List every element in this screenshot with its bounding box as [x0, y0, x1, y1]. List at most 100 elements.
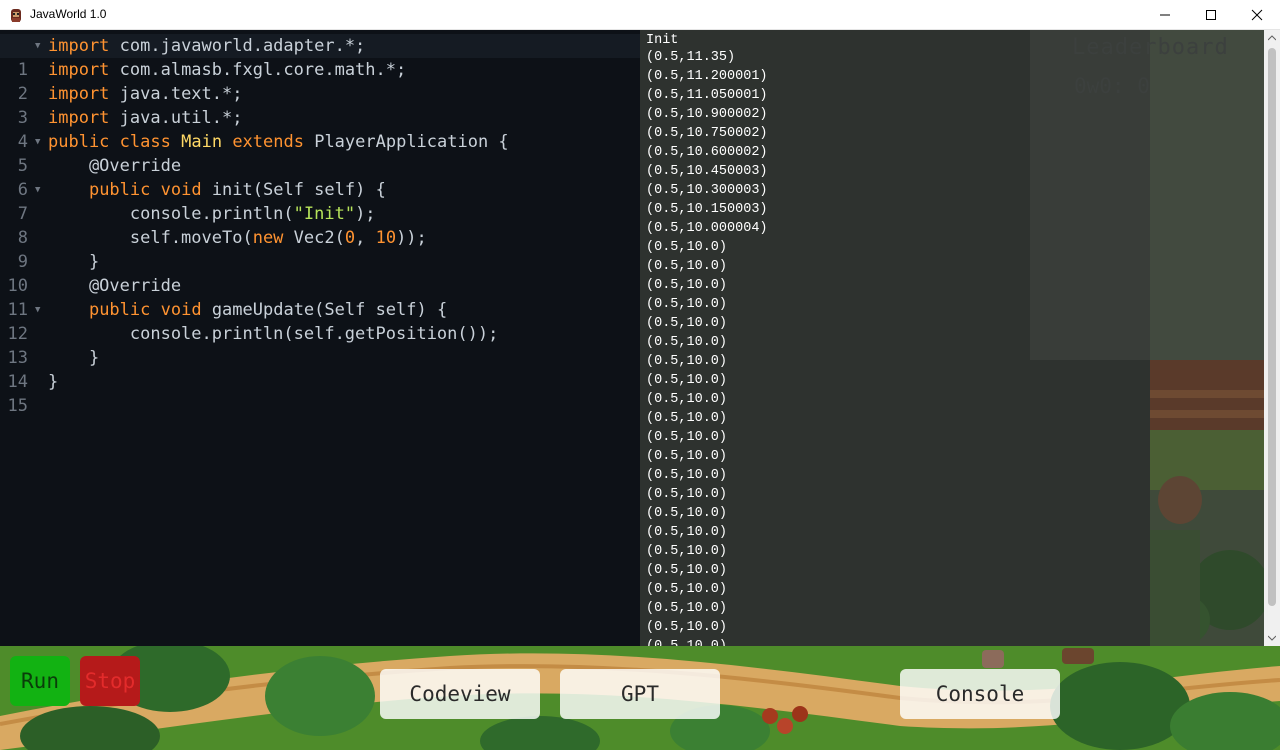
- minimize-icon: [1160, 14, 1170, 16]
- console-line: (0.5,10.000004): [646, 221, 768, 236]
- code-text: PlayerApplication {: [303, 132, 509, 152]
- scroll-thumb[interactable]: [1268, 48, 1276, 606]
- console-line: (0.5,10.0): [646, 544, 728, 559]
- code-text: ));: [396, 228, 427, 248]
- fold-arrow-icon[interactable]: ▼: [35, 298, 40, 322]
- keyword: public: [88, 300, 151, 320]
- fold-arrow-icon[interactable]: ▼: [35, 178, 40, 202]
- minimize-button[interactable]: [1142, 0, 1188, 30]
- code-line[interactable]: 9 self.moveTo(new Vec2(0, 10));: [0, 226, 640, 272]
- console-line: (0.5,10.0): [646, 525, 728, 540]
- annotation: @Override: [48, 276, 182, 296]
- code-line[interactable]: 6 @Override: [0, 154, 640, 200]
- number-literal: 0: [344, 228, 356, 248]
- console-line: (0.5,10.0): [646, 506, 728, 521]
- code-text: }: [48, 372, 59, 392]
- leaderboard-overlay: Leaderboard 0w0: 0: [1030, 30, 1264, 360]
- code-text: Vec2(: [283, 228, 345, 248]
- keyword: void: [160, 300, 202, 320]
- class-name: Main: [181, 132, 223, 152]
- console-line: (0.5,10.0): [646, 449, 728, 464]
- console-scrollbar[interactable]: [1264, 30, 1280, 646]
- keyword: void: [160, 180, 202, 200]
- console-button[interactable]: Console: [900, 669, 1060, 719]
- title-bar: JavaWorld 1.0: [0, 0, 1280, 30]
- console-line: (0.5,10.0): [646, 373, 728, 388]
- code-line[interactable]: 4 import java.util.*;: [0, 106, 640, 152]
- console-line: (0.5,10.0): [646, 620, 728, 635]
- scroll-down-button[interactable]: [1264, 630, 1280, 646]
- chevron-down-icon: [1268, 635, 1276, 641]
- annotation: @Override: [48, 156, 182, 176]
- console-line: (0.5,10.0): [646, 335, 728, 350]
- console-line: (0.5,10.750002): [646, 126, 768, 141]
- console-output: Init (0.5,11.35) (0.5,11.200001) (0.5,11…: [646, 33, 768, 647]
- code-line[interactable]: 5 ▼ public class Main extends PlayerAppl…: [0, 130, 640, 176]
- close-button[interactable]: [1234, 0, 1280, 30]
- code-line[interactable]: 11 @Override: [0, 274, 640, 320]
- codeview-button[interactable]: Codeview: [380, 669, 540, 719]
- code-editor[interactable]: 1 ▼ import com.javaworld.adapter.*; 2 im…: [0, 30, 640, 646]
- code-line[interactable]: 3 import java.text.*;: [0, 82, 640, 128]
- console-line: (0.5,10.0): [646, 582, 728, 597]
- code-line[interactable]: 10 }: [0, 250, 640, 296]
- code-text: com.javaworld.adapter.*;: [109, 36, 366, 56]
- leaderboard-title: Leaderboard: [1072, 35, 1229, 60]
- code-text: com.almasb.fxgl.core.math.*;: [109, 60, 407, 80]
- code-line[interactable]: 13 console.println(self.getPosition());: [0, 322, 640, 368]
- maximize-icon: [1206, 10, 1216, 20]
- console-line: Init: [646, 33, 679, 48]
- window-title: JavaWorld 1.0: [30, 7, 107, 21]
- code-line[interactable]: 8 console.println("Init");: [0, 202, 640, 248]
- code-text: console.println(: [48, 204, 294, 224]
- chevron-up-icon: [1268, 35, 1276, 41]
- code-line[interactable]: 2 import com.almasb.fxgl.core.math.*;: [0, 58, 640, 104]
- fold-arrow-icon[interactable]: ▼: [35, 34, 40, 58]
- scroll-up-button[interactable]: [1264, 30, 1280, 46]
- number-literal: 10: [375, 228, 397, 248]
- gpt-button[interactable]: GPT: [560, 669, 720, 719]
- keyword: extends: [232, 132, 304, 152]
- code-text: java.util.*;: [109, 108, 243, 128]
- console-line: (0.5,10.0): [646, 259, 728, 274]
- app-icon: [11, 9, 21, 22]
- code-text: );: [355, 204, 376, 224]
- code-line[interactable]: 7 ▼ public void init(Self self) {: [0, 178, 640, 224]
- console-line: (0.5,10.450003): [646, 164, 768, 179]
- console-panel[interactable]: Leaderboard 0w0: 0 Init (0.5,11.35) (0.5…: [640, 30, 1264, 646]
- console-line: (0.5,10.300003): [646, 183, 768, 198]
- stop-button[interactable]: Stop: [80, 656, 140, 706]
- console-line: (0.5,11.200001): [646, 69, 768, 84]
- console-line: (0.5,10.0): [646, 354, 728, 369]
- console-line: (0.5,10.0): [646, 430, 728, 445]
- console-line: (0.5,10.0): [646, 240, 728, 255]
- code-text: java.text.*;: [109, 84, 243, 104]
- line-number: 15: [7, 396, 28, 416]
- code-line[interactable]: 15 }: [0, 370, 640, 416]
- maximize-button[interactable]: [1188, 0, 1234, 30]
- keyword: public: [48, 132, 110, 152]
- code-line[interactable]: 1 ▼ import com.javaworld.adapter.*;: [0, 34, 640, 80]
- console-line: (0.5,11.050001): [646, 88, 768, 103]
- keyword: class: [119, 132, 171, 152]
- keyword: public: [88, 180, 151, 200]
- console-line: (0.5,10.0): [646, 411, 728, 426]
- keyword: import: [48, 84, 110, 104]
- keyword: import: [48, 60, 110, 80]
- keyword: new: [252, 228, 284, 248]
- run-button[interactable]: Run: [10, 656, 70, 706]
- code-line[interactable]: 14 }: [0, 346, 640, 392]
- console-line: (0.5,10.600002): [646, 145, 768, 160]
- code-text: gameUpdate(Self self) {: [201, 300, 448, 320]
- fold-arrow-icon[interactable]: ▼: [35, 130, 40, 154]
- code-text: console.println(self.getPosition());: [48, 324, 499, 344]
- console-line: (0.5,10.900002): [646, 107, 768, 122]
- console-line: (0.5,10.0): [646, 487, 728, 502]
- console-line: (0.5,10.0): [646, 637, 768, 646]
- code-line[interactable]: 12 ▼ public void gameUpdate(Self self) {: [0, 298, 640, 344]
- console-line: (0.5,11.35): [646, 50, 736, 65]
